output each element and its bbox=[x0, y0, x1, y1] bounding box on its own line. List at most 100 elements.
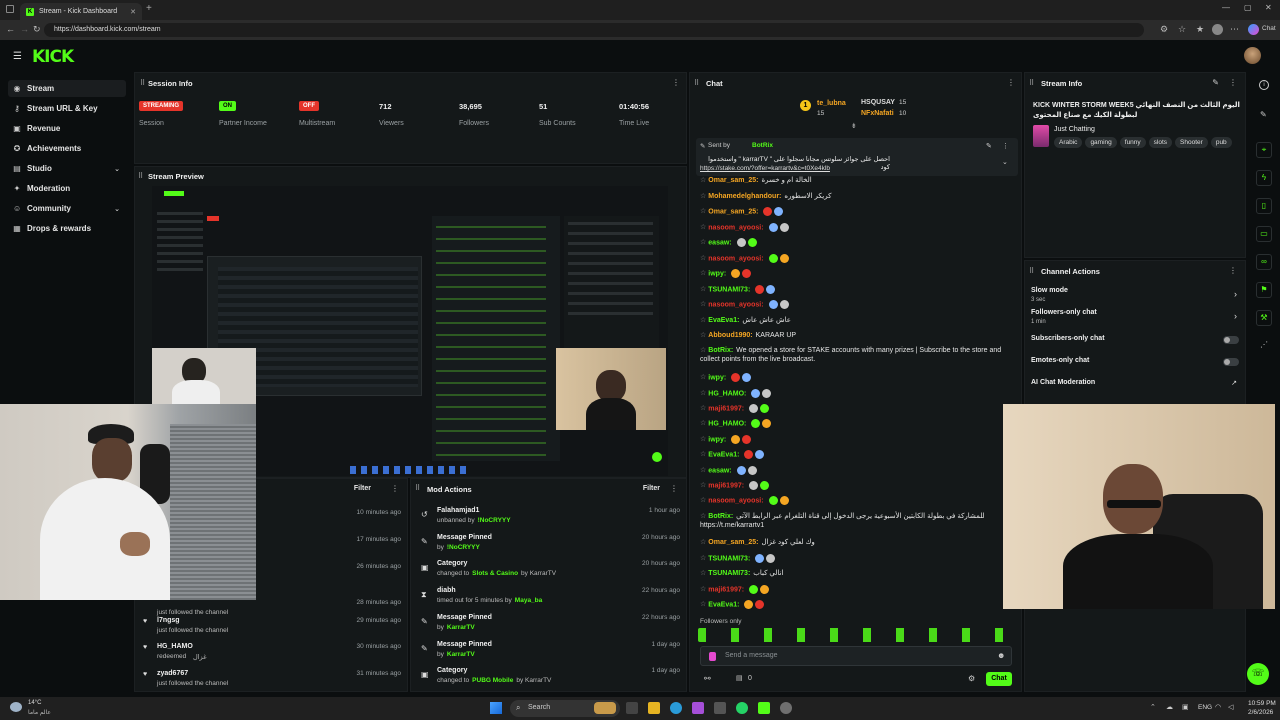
sidebar-item[interactable]: ✦ Moderation bbox=[8, 180, 126, 197]
chat-settings-link-icon[interactable]: ⚯ bbox=[704, 674, 711, 683]
chat-username[interactable]: HG_HAMO: bbox=[708, 420, 746, 427]
extensions-icon[interactable]: ⚙ bbox=[1160, 24, 1168, 35]
chat-message[interactable]: ☆ TSUNAMI73: انالي كباب bbox=[700, 569, 783, 578]
chat-username[interactable]: nasoom_ayoosi: bbox=[708, 255, 763, 262]
maximize-icon[interactable]: ▢ bbox=[1244, 3, 1252, 12]
mod-action-row[interactable]: ✎ Message Pinned by KarrarTV 1 day ago bbox=[411, 641, 688, 668]
top-gifter-2[interactable]: HSQUSAY bbox=[861, 99, 895, 106]
link-icon[interactable]: ∞ bbox=[1256, 254, 1272, 270]
chat-username[interactable]: maji61997: bbox=[708, 405, 744, 412]
bookmark-star-icon[interactable]: ☆ bbox=[1178, 24, 1186, 35]
chat-message[interactable]: ☆ Omar_sam_25: bbox=[700, 207, 784, 216]
chat-username[interactable]: EvaEva1: bbox=[708, 317, 739, 324]
session-menu-icon[interactable]: ⋮ bbox=[672, 78, 680, 87]
grip-icon[interactable]: ⠿ bbox=[415, 484, 420, 492]
pinned-menu-icon[interactable]: ⋮ bbox=[1002, 142, 1009, 150]
chat-label[interactable]: Chat bbox=[1262, 25, 1276, 32]
back-icon[interactable]: ← bbox=[6, 24, 15, 34]
sidebar-item[interactable]: ☺ Community ⌄ bbox=[8, 200, 126, 217]
message-icon[interactable]: ▭ bbox=[1256, 226, 1272, 242]
chat-message[interactable]: ☆ TSUNAMI73: bbox=[700, 554, 776, 563]
target-icon[interactable]: ⌖ bbox=[1256, 142, 1272, 158]
mod-action-target[interactable]: !NoCRYYY bbox=[447, 544, 480, 551]
browser-menu-icon[interactable]: ⋯ bbox=[1230, 24, 1239, 35]
network-icon[interactable]: ⋰ bbox=[1260, 340, 1268, 349]
kick-app-icon[interactable] bbox=[758, 702, 770, 714]
close-window-icon[interactable]: ✕ bbox=[1265, 3, 1272, 12]
top-gifter-1[interactable]: te_lubna bbox=[817, 100, 846, 107]
chat-message[interactable]: ☆ nasoom_ayoosi: bbox=[700, 496, 789, 505]
unpin-icon[interactable]: ✎ bbox=[986, 142, 992, 150]
grip-icon[interactable]: ⠿ bbox=[694, 79, 699, 87]
help-chat-icon[interactable]: ☏ bbox=[1247, 663, 1269, 685]
activity-menu-icon[interactable]: ⋮ bbox=[391, 484, 399, 493]
chat-message[interactable]: ☆ HG_HAMO: bbox=[700, 419, 772, 428]
chat-username[interactable]: Abboud1990: bbox=[708, 332, 752, 339]
pen-icon[interactable]: ✎ bbox=[1260, 110, 1267, 119]
send-chat-button[interactable]: Chat bbox=[986, 672, 1012, 686]
settings-icon[interactable] bbox=[780, 702, 792, 714]
sidebar-item[interactable]: ▣ Revenue bbox=[8, 120, 126, 137]
expand-gifters-icon[interactable]: ⇟ bbox=[851, 122, 857, 130]
chat-message[interactable]: ☆ maji61997: bbox=[700, 404, 770, 413]
grip-icon[interactable]: ⠿ bbox=[138, 172, 143, 180]
grip-icon[interactable]: ⠿ bbox=[1029, 79, 1034, 87]
mod-action-row[interactable]: ↺ Falahamjad1 unbanned by !NoCRYYY 1 hour ag… bbox=[411, 507, 688, 534]
mod-action-target[interactable]: KarrarTV bbox=[447, 624, 475, 631]
chat-username[interactable]: TSUNAMI73: bbox=[708, 286, 750, 293]
gift-icon[interactable]: ▤ bbox=[736, 674, 743, 682]
collapse-pinned-icon[interactable]: ⌄ bbox=[1002, 158, 1008, 166]
clock-time[interactable]: 10:59 PM bbox=[1248, 700, 1276, 707]
grip-icon[interactable]: ⠿ bbox=[1029, 267, 1034, 275]
chat-settings-icon[interactable]: ⚙ bbox=[968, 674, 975, 683]
chat-username[interactable]: Mohamedelghandour: bbox=[708, 193, 781, 200]
chat-username[interactable]: Omar_sam_25: bbox=[708, 177, 758, 184]
chat-message[interactable]: ☆ TSUNAMI73: bbox=[700, 285, 776, 294]
chat-username[interactable]: nasoom_ayoosi: bbox=[708, 497, 763, 504]
chat-username[interactable]: BotRix: bbox=[708, 513, 733, 520]
task-view-icon[interactable] bbox=[626, 702, 638, 714]
mod-action-target[interactable]: Slots & Casino bbox=[472, 570, 518, 577]
chat-message[interactable]: ☆ BotRix: للمشاركة في بطولة الكابتين الأسب… bbox=[700, 512, 1012, 530]
channel-action-followers-only-chat[interactable]: Followers-only chat 1 min › bbox=[1031, 309, 1241, 329]
stream-info-menu-icon[interactable]: ⋮ bbox=[1229, 78, 1237, 87]
chat-username[interactable]: TSUNAMI73: bbox=[708, 555, 750, 562]
chat-username[interactable]: iwpy: bbox=[708, 436, 726, 443]
stream-tag[interactable]: Arabic bbox=[1054, 137, 1083, 148]
mod-action-target[interactable]: !NoCRYYY bbox=[478, 517, 511, 524]
chat-message[interactable]: ☆ BotRix: We opened a store for STAKE acco… bbox=[700, 346, 1012, 364]
pinned-user[interactable]: BotRix bbox=[752, 142, 773, 149]
stream-tag[interactable]: slots bbox=[1148, 137, 1173, 148]
mod-menu-icon[interactable]: ⋮ bbox=[670, 484, 678, 493]
chat-message[interactable]: ☆ maji61997: bbox=[700, 481, 770, 490]
mod-action-row[interactable]: ✎ Message Pinned by KarrarTV 22 hours ago bbox=[411, 614, 688, 641]
sidebar-item[interactable]: ▦ Drops & rewards bbox=[8, 220, 126, 237]
chat-message[interactable]: ☆ EvaEva1: bbox=[700, 600, 765, 609]
chat-message[interactable]: ☆ Abboud1990: KARAAR UP bbox=[700, 331, 796, 340]
menu-icon[interactable]: ☰ bbox=[13, 51, 22, 62]
chat-username[interactable]: maji61997: bbox=[708, 586, 744, 593]
kick-logo[interactable]: KICK bbox=[32, 47, 74, 67]
activity-user[interactable]: HG_HAMO bbox=[157, 643, 193, 650]
chat-message[interactable]: ☆ Omar_sam_25: وك لعلي كود غزال bbox=[700, 538, 815, 547]
edge-icon[interactable] bbox=[670, 702, 682, 714]
lightning-icon[interactable]: ϟ bbox=[1256, 170, 1272, 186]
external-link-icon[interactable]: ↗ bbox=[1231, 379, 1237, 387]
mod-action-row[interactable]: ✎ Message Pinned by !NoCRYYY 20 hours ago bbox=[411, 534, 688, 561]
chat-username[interactable]: iwpy: bbox=[708, 374, 726, 381]
minimize-icon[interactable]: — bbox=[1222, 3, 1230, 12]
emoji-icon[interactable]: ☻ bbox=[997, 651, 1005, 660]
chat-message[interactable]: ☆ Omar_sam_25: الخالة ام و خسرة bbox=[700, 176, 812, 185]
sidebar-item[interactable]: ◉ Stream bbox=[8, 80, 126, 97]
weather-widget[interactable]: 14°C عالم ماما bbox=[10, 700, 51, 716]
clock-date[interactable]: 2/6/2026 bbox=[1248, 709, 1273, 716]
new-tab-button[interactable]: + bbox=[146, 3, 152, 14]
chat-message[interactable]: ☆ easaw: bbox=[700, 238, 757, 247]
chat-message[interactable]: ☆ iwpy: bbox=[700, 435, 752, 444]
chevron-down-icon[interactable]: ⌄ bbox=[114, 165, 120, 173]
volume-icon[interactable]: ◁ bbox=[1228, 703, 1233, 711]
chat-username[interactable]: easaw: bbox=[708, 239, 731, 246]
chat-username[interactable]: Omar_sam_25: bbox=[708, 208, 758, 215]
chat-username[interactable]: TSUNAMI73: bbox=[708, 570, 750, 577]
windows-start-icon[interactable] bbox=[490, 702, 502, 714]
